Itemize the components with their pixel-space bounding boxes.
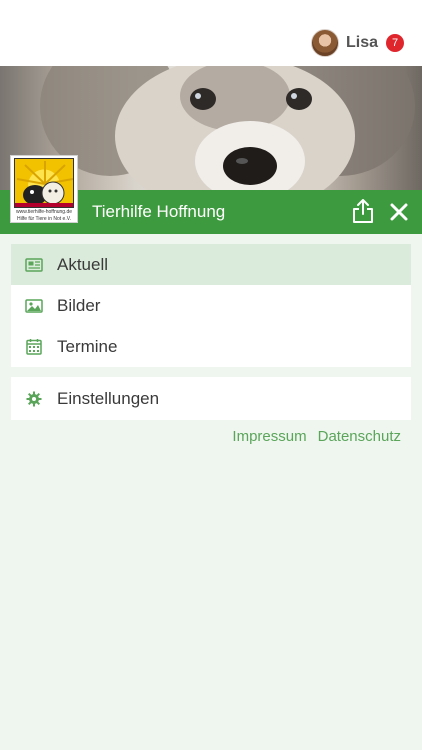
settings-label: Einstellungen [57,388,160,408]
organization-logo: www.tierhilfe-hoffnung.de Hilfe für Tier… [10,155,78,223]
image-icon [25,297,43,315]
menu-item-termine[interactable]: Termine [11,326,411,367]
menu-item-einstellungen[interactable]: Einstellungen [11,377,411,420]
menu-item-label: Termine [57,336,118,356]
avatar[interactable] [310,29,339,57]
username[interactable]: Lisa [346,34,378,52]
top-bar: Lisa 7 [0,0,422,66]
logo-artwork [14,158,74,208]
close-icon [390,203,408,221]
menu-item-label: Aktuell [57,254,109,274]
app-title: Tierhilfe Hoffnung [92,202,226,221]
share-icon [353,199,373,223]
menu-item-aktuell[interactable]: Aktuell [11,244,411,285]
footer-links: Impressum Datenschutz [232,428,401,445]
logo-tagline: Hilfe für Tiere in Not e.V. [16,216,71,222]
gear-icon [25,390,43,408]
datenschutz-link[interactable]: Datenschutz [318,428,401,445]
share-button[interactable] [348,196,378,226]
close-button[interactable] [384,197,414,227]
navigation-menu: Aktuell Bilder Termine [11,244,411,367]
logo-url: www.tierhilfe-hoffnung.de [15,209,73,215]
notification-badge[interactable]: 7 [386,34,404,52]
newspaper-icon [25,256,43,274]
calendar-icon [25,338,43,356]
impressum-link[interactable]: Impressum [232,428,306,445]
menu-item-bilder[interactable]: Bilder [11,285,411,326]
menu-item-label: Bilder [57,295,101,315]
user-menu[interactable]: Lisa 7 [310,29,404,57]
